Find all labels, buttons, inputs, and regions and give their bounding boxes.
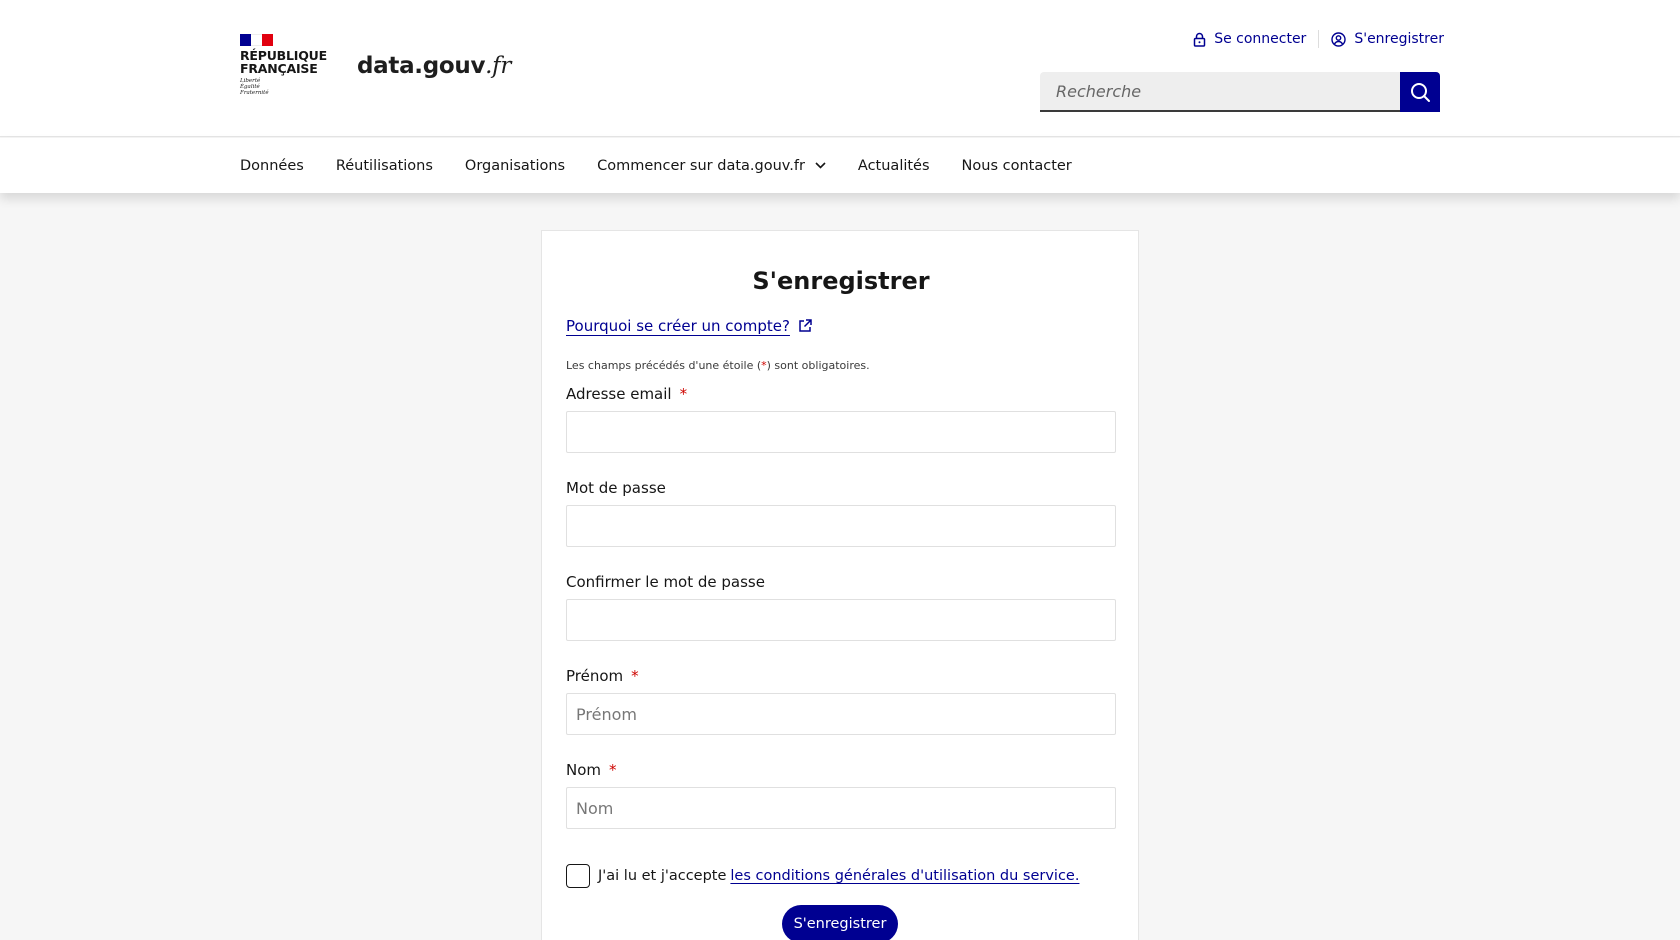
firstname-label-text: Prénom (566, 667, 624, 685)
page-title: S'enregistrer (752, 267, 930, 295)
why-link-label: Pourquoi se créer un compte? (566, 317, 790, 335)
site-header: RÉPUBLIQUE FRANÇAISE Liberté Égalité Fra… (0, 0, 1680, 137)
hint-text-end: ) sont obligatoires. (766, 359, 870, 372)
main-navigation: Données Réutilisations Organisations Com… (0, 138, 1680, 193)
french-flag-icon (240, 34, 273, 46)
register-link[interactable]: S'enregistrer (1319, 31, 1444, 47)
search-input[interactable] (1040, 72, 1400, 112)
nav-item-actualites[interactable]: Actualités (858, 158, 930, 174)
firstname-input[interactable] (566, 693, 1116, 735)
nav-label: Nous contacter (961, 157, 1072, 174)
site-name-main: data.gouv (357, 53, 486, 79)
chevron-down-icon (815, 162, 826, 169)
motto: Liberté Égalité Fraternité (240, 78, 327, 96)
hint-text-start: Les champs précédés d'une étoile ( (566, 359, 762, 372)
nav-item-commencer[interactable]: Commencer sur data.gouv.fr (597, 158, 826, 174)
required-star: * (609, 761, 617, 779)
email-input[interactable] (566, 411, 1116, 453)
confirm-password-input[interactable] (566, 599, 1116, 641)
terms-checkbox-group: J'ai lu et j'accepte les conditions géné… (566, 864, 1079, 888)
nav-item-reutilisations[interactable]: Réutilisations (336, 158, 433, 174)
nav-label: Organisations (464, 157, 566, 174)
terms-checkbox[interactable] (566, 864, 590, 888)
lock-icon (1193, 32, 1206, 47)
confirm-password-field-group: Confirmer le mot de passe (566, 573, 1116, 641)
email-label-text: Adresse email (566, 385, 672, 403)
required-star: * (679, 385, 688, 403)
site-name-link[interactable]: data.gouv.fr (357, 53, 511, 79)
lastname-label-text: Nom (566, 761, 602, 779)
user-circle-icon (1331, 31, 1347, 47)
search-button[interactable] (1400, 72, 1440, 112)
email-field-group: Adresse email * (566, 385, 1116, 453)
terms-label: J'ai lu et j'accepte (598, 868, 727, 884)
republique-francaise-logo[interactable]: RÉPUBLIQUE FRANÇAISE Liberté Égalité Fra… (240, 34, 327, 96)
required-fields-hint: Les champs précédés d'une étoile (*) son… (566, 359, 870, 372)
quick-links: Se connecter S'enregistrer (1181, 30, 1444, 48)
email-label: Adresse email * (566, 385, 1116, 403)
motto-fraternite: Fraternité (240, 90, 269, 96)
login-link[interactable]: Se connecter (1181, 31, 1318, 47)
lastname-input[interactable] (566, 787, 1116, 829)
lastname-label: Nom * (566, 761, 1116, 779)
firstname-field-group: Prénom * (566, 667, 1116, 735)
why-create-account-link[interactable]: Pourquoi se créer un compte? (566, 317, 812, 335)
login-label: Se connecter (1214, 31, 1307, 47)
required-star: * (631, 667, 639, 685)
password-label: Mot de passe (566, 479, 666, 497)
nav-label: Données (240, 157, 304, 174)
nav-item-donnees[interactable]: Données (240, 158, 304, 174)
password-input[interactable] (566, 505, 1116, 547)
search-bar (1040, 72, 1440, 112)
nav-item-contact[interactable]: Nous contacter (962, 158, 1072, 174)
republique-line2: FRANÇAISE (240, 61, 318, 76)
nav-label: Commencer sur data.gouv.fr (597, 157, 805, 174)
lastname-field-group: Nom * (566, 761, 1116, 829)
site-name-tld: .fr (485, 53, 512, 79)
nav-label: Réutilisations (335, 157, 433, 174)
nav-item-organisations[interactable]: Organisations (465, 158, 565, 174)
republique-label: RÉPUBLIQUE FRANÇAISE (240, 49, 327, 75)
search-icon (1411, 83, 1430, 102)
confirm-password-label: Confirmer le mot de passe (566, 573, 765, 591)
terms-link[interactable]: les conditions générales d'utilisation d… (730, 868, 1079, 884)
firstname-label: Prénom * (566, 667, 1116, 685)
nav-label: Actualités (857, 157, 930, 174)
submit-register-button[interactable]: S'enregistrer (782, 905, 898, 940)
register-form-card: S'enregistrer Pourquoi se créer un compt… (541, 230, 1139, 940)
external-link-icon (799, 319, 812, 332)
register-label: S'enregistrer (1354, 31, 1444, 47)
password-field-group: Mot de passe (566, 479, 1116, 547)
